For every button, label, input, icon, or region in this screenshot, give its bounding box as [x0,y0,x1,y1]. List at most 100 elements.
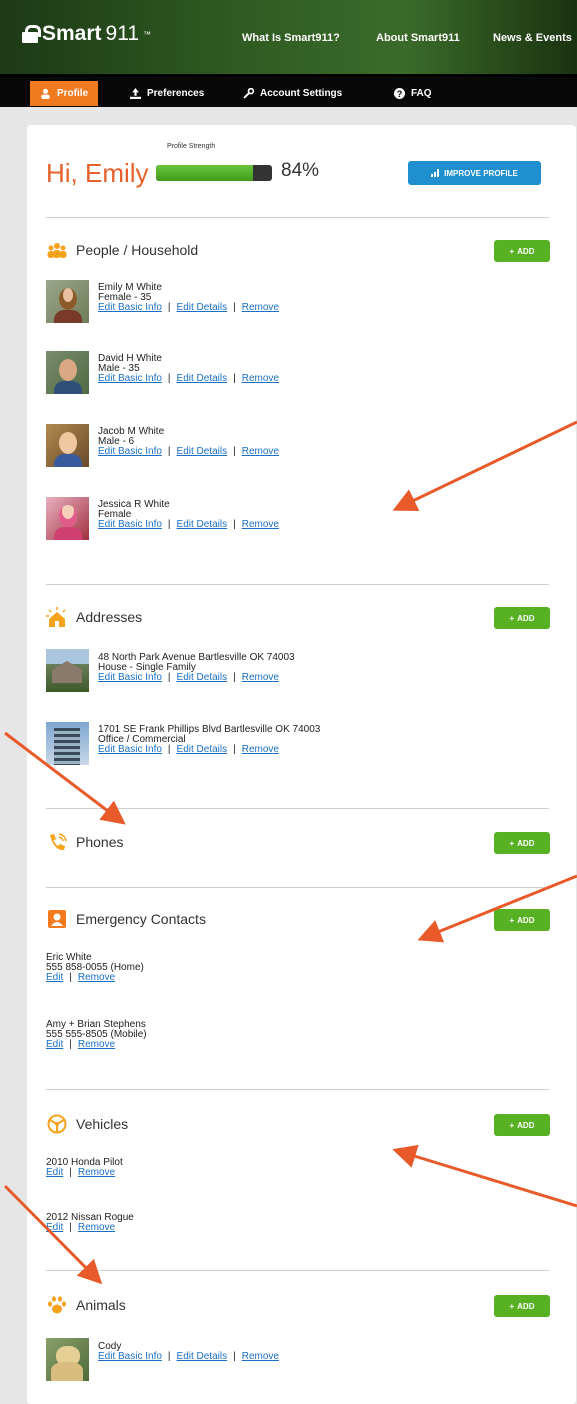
person-entry: Jessica R White Female Edit Basic Info | … [98,499,279,530]
upload-icon [130,88,141,99]
remove-link[interactable]: Remove [242,520,279,530]
steering-wheel-icon [47,1114,67,1134]
animal-photo [46,1338,89,1381]
section-addresses-title: Addresses [46,607,142,627]
profile-strength-label: Profile Strength [167,143,216,150]
remove-link[interactable]: Remove [242,374,279,384]
contact-entry: Amy + Brian Stephens 555 555-8505 (Mobil… [46,1019,147,1050]
improve-profile-button[interactable]: IMPROVE PROFILE [408,161,541,185]
tab-account-settings[interactable]: Account Settings [243,81,342,106]
person-entry: Jacob M White Male - 6 Edit Basic Info | … [98,426,279,457]
edit-details-link[interactable]: Edit Details [177,673,228,683]
nav-news[interactable]: News & Events [493,32,572,44]
section-phones-title: Phones [46,832,123,852]
remove-link[interactable]: Remove [242,447,279,457]
smart911-logo[interactable]: Smart 911 ™ [22,22,151,46]
paw-icon [48,1296,66,1314]
edit-basic-info-link[interactable]: Edit Basic Info [98,374,162,384]
edit-link[interactable]: Edit [46,1040,63,1050]
person-icon [41,88,50,99]
add-address-label: ADD [517,613,535,623]
tab-faq[interactable]: ? FAQ [394,81,432,106]
edit-details-link[interactable]: Edit Details [177,303,228,313]
section-contacts-title: Emergency Contacts [46,909,206,929]
remove-link[interactable]: Remove [242,673,279,683]
profile-strength-fill [156,165,254,181]
divider [46,808,549,809]
section-addresses-label: Addresses [76,609,143,625]
add-animal-label: ADD [517,1301,535,1311]
nav-about[interactable]: About Smart911 [376,32,460,44]
tab-profile-label: Profile [57,88,89,99]
edit-link[interactable]: Edit [46,1168,63,1178]
phone-icon [50,833,67,851]
contact-card-icon [48,910,66,928]
add-phone-label: ADD [517,838,535,848]
edit-details-link[interactable]: Edit Details [177,374,228,384]
add-animal-button[interactable]: + ADD [494,1295,550,1317]
logo-thin: 911 [105,22,140,45]
add-contact-button[interactable]: + ADD [494,909,550,931]
tab-preferences-label: Preferences [147,88,205,99]
svg-text:?: ? [397,89,402,99]
address-entry: 48 North Park Avenue Bartlesville OK 740… [98,652,295,683]
add-person-button[interactable]: + ADD [494,240,550,262]
person-entry: David H White Male - 35 Edit Basic Info |… [98,353,279,384]
edit-basic-info-link[interactable]: Edit Basic Info [98,1352,162,1362]
add-person-label: ADD [517,246,535,256]
people-icon [47,243,67,258]
edit-details-link[interactable]: Edit Details [177,520,228,530]
address-entry: 1701 SE Frank Phillips Blvd Bartlesville… [98,724,321,755]
divider [46,887,549,888]
edit-link[interactable]: Edit [46,1223,63,1233]
edit-link[interactable]: Edit [46,973,63,983]
edit-basic-info-link[interactable]: Edit Basic Info [98,745,162,755]
remove-link[interactable]: Remove [78,1040,115,1050]
add-contact-label: ADD [517,915,535,925]
logo-main: Smart [42,22,102,45]
edit-details-link[interactable]: Edit Details [177,447,228,457]
remove-link[interactable]: Remove [242,745,279,755]
wrench-icon [243,88,254,99]
profile-strength-percent: 84% [281,160,320,181]
lock-icon [22,25,41,43]
add-vehicle-button[interactable]: + ADD [494,1114,550,1136]
address-photo [46,649,89,692]
edit-basic-info-link[interactable]: Edit Basic Info [98,520,162,530]
chart-icon [431,169,440,177]
nav-what-is[interactable]: What Is Smart911? [242,32,340,44]
person-photo [46,351,89,394]
section-vehicles-label: Vehicles [76,1116,129,1132]
add-vehicle-label: ADD [517,1120,535,1130]
person-photo [46,280,89,323]
person-entry: Emily M White Female - 35 Edit Basic Inf… [98,282,279,313]
logo-tm: ™ [143,29,152,39]
edit-details-link[interactable]: Edit Details [177,1352,228,1362]
edit-details-link[interactable]: Edit Details [177,745,228,755]
remove-link[interactable]: Remove [78,1168,115,1178]
help-icon: ? [394,88,405,99]
section-people-title: People / Household [46,240,198,260]
person-photo [46,497,89,540]
remove-link[interactable]: Remove [78,1223,115,1233]
edit-basic-info-link[interactable]: Edit Basic Info [98,673,162,683]
address-photo [46,722,89,765]
remove-link[interactable]: Remove [78,973,115,983]
improve-profile-label: IMPROVE PROFILE [444,168,518,178]
tab-account-settings-label: Account Settings [260,88,343,99]
sub-nav: Profile Preferences Account Settings ? F… [0,74,577,107]
divider [46,217,549,218]
remove-link[interactable]: Remove [242,303,279,313]
tab-preferences[interactable]: Preferences [130,81,204,106]
section-animals-label: Animals [76,1297,126,1313]
tab-profile[interactable]: Profile [30,81,99,106]
add-phone-button[interactable]: + ADD [494,832,550,854]
top-header: Smart 911 ™ What Is Smart911? About Smart9… [0,0,577,74]
divider [46,1270,549,1271]
vehicle-entry: 2012 Nissan Rogue Edit | Remove [46,1212,134,1233]
remove-link[interactable]: Remove [242,1352,279,1362]
add-address-button[interactable]: + ADD [494,607,550,629]
edit-basic-info-link[interactable]: Edit Basic Info [98,303,162,313]
edit-basic-info-link[interactable]: Edit Basic Info [98,447,162,457]
contact-entry: Eric White 555 858-0055 (Home) Edit | Rem… [46,952,144,983]
